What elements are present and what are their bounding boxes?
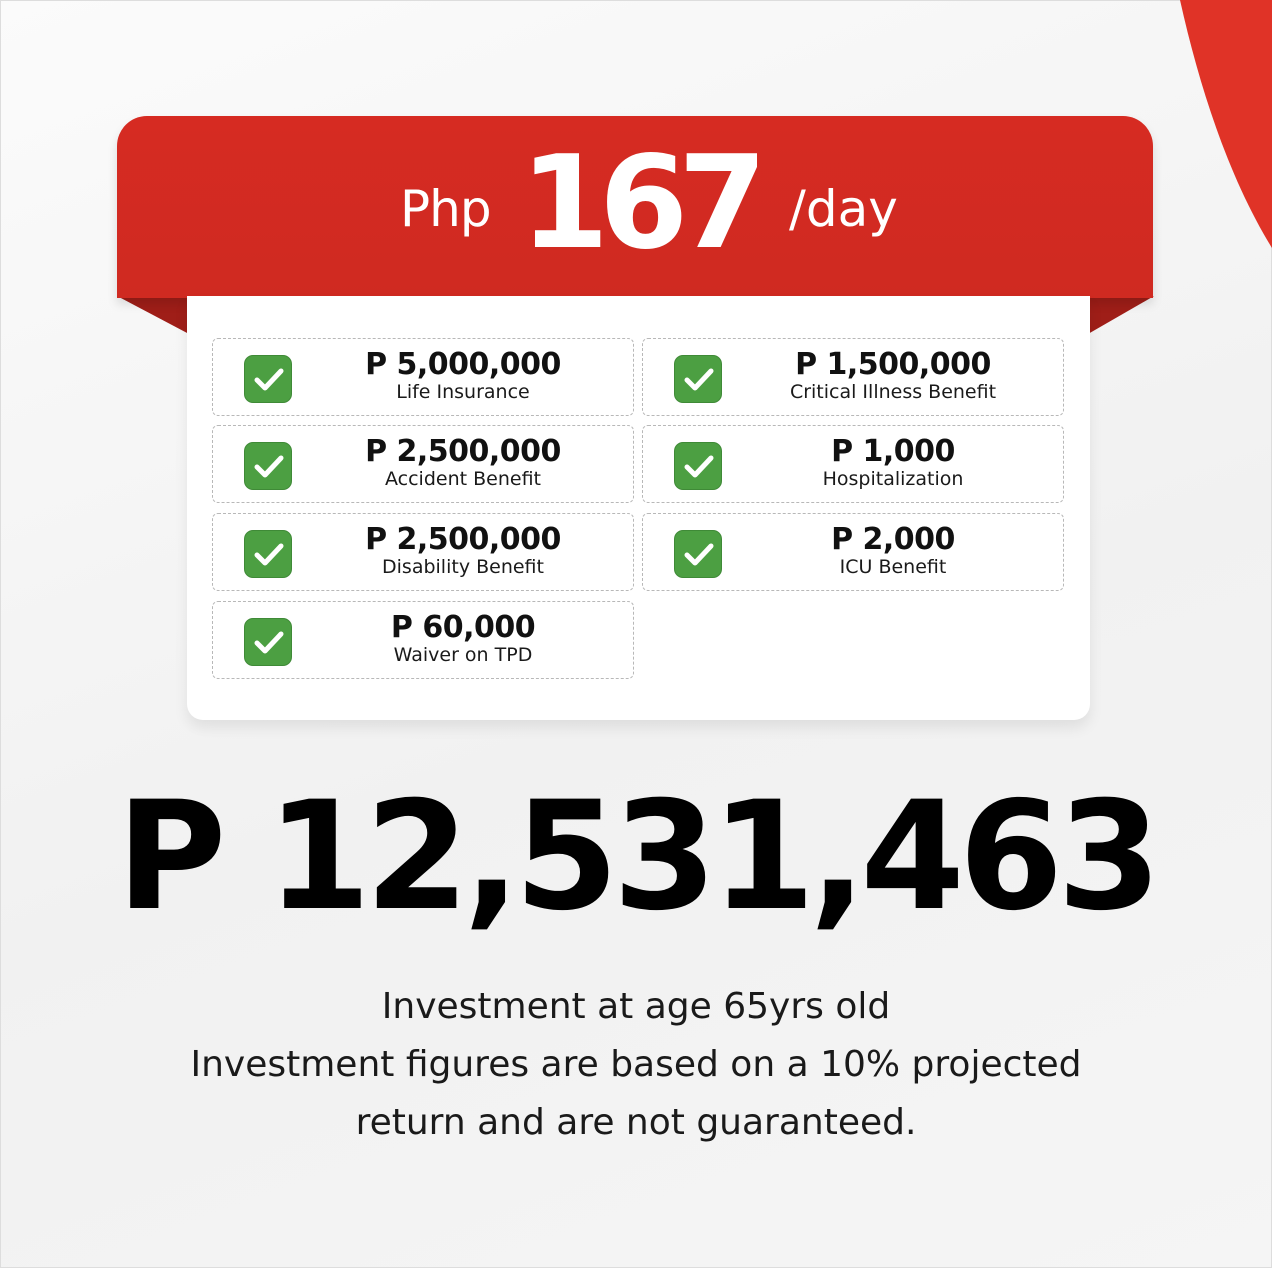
benefit-waiver-tpd: P 60,000 Waiver on TPD — [212, 601, 634, 679]
benefit-label: Accident Benefit — [385, 468, 541, 490]
benefit-amount: P 1,500,000 — [795, 347, 991, 382]
benefit-amount: P 2,500,000 — [365, 434, 561, 469]
check-icon — [244, 530, 292, 578]
check-icon — [244, 442, 292, 490]
benefit-amount: P 2,500,000 — [365, 522, 561, 557]
benefit-icu: P 2,000 ICU Benefit — [642, 513, 1064, 591]
check-icon — [674, 355, 722, 403]
banner-left-fold — [117, 296, 189, 334]
daily-amount: 167 — [520, 129, 767, 278]
currency-label: Php — [400, 180, 492, 238]
benefit-critical-illness: P 1,500,000 Critical Illness Benefit — [642, 338, 1064, 416]
benefit-label: Hospitalization — [822, 468, 964, 490]
benefit-accident: P 2,500,000 Accident Benefit — [212, 425, 634, 503]
benefits-card: P 5,000,000 Life Insurance P 1,500,000 C… — [187, 296, 1090, 720]
check-icon — [674, 442, 722, 490]
projected-total: P 12,531,463 — [116, 770, 1161, 944]
check-icon — [244, 618, 292, 666]
benefit-amount: P 1,000 — [831, 434, 955, 469]
benefit-amount: P 60,000 — [390, 610, 536, 645]
benefit-amount: P 5,000,000 — [365, 347, 561, 382]
banner-right-fold — [1088, 296, 1154, 334]
benefit-label: Waiver on TPD — [393, 644, 533, 666]
note-line-2: Investment figures are based on a 10% pr… — [190, 1044, 1082, 1085]
benefit-label: Disability Benefit — [382, 556, 544, 578]
note-line-1: Investment at age 65yrs old — [381, 986, 891, 1027]
per-day-label: /day — [789, 180, 898, 238]
check-icon — [244, 355, 292, 403]
check-icon — [674, 530, 722, 578]
benefit-label: ICU Benefit — [839, 556, 947, 578]
note-line-3: return and are not guaranteed. — [355, 1102, 917, 1143]
benefit-hospitalization: P 1,000 Hospitalization — [642, 425, 1064, 503]
benefit-label: Life Insurance — [396, 381, 530, 403]
price-banner: Php 167 /day — [117, 116, 1153, 298]
benefit-amount: P 2,000 — [831, 522, 955, 557]
daily-price: Php 167 /day — [117, 116, 1153, 298]
benefit-label: Critical Illness Benefit — [789, 381, 997, 403]
benefit-life-insurance: P 5,000,000 Life Insurance — [212, 338, 634, 416]
benefit-disability: P 2,500,000 Disability Benefit — [212, 513, 634, 591]
